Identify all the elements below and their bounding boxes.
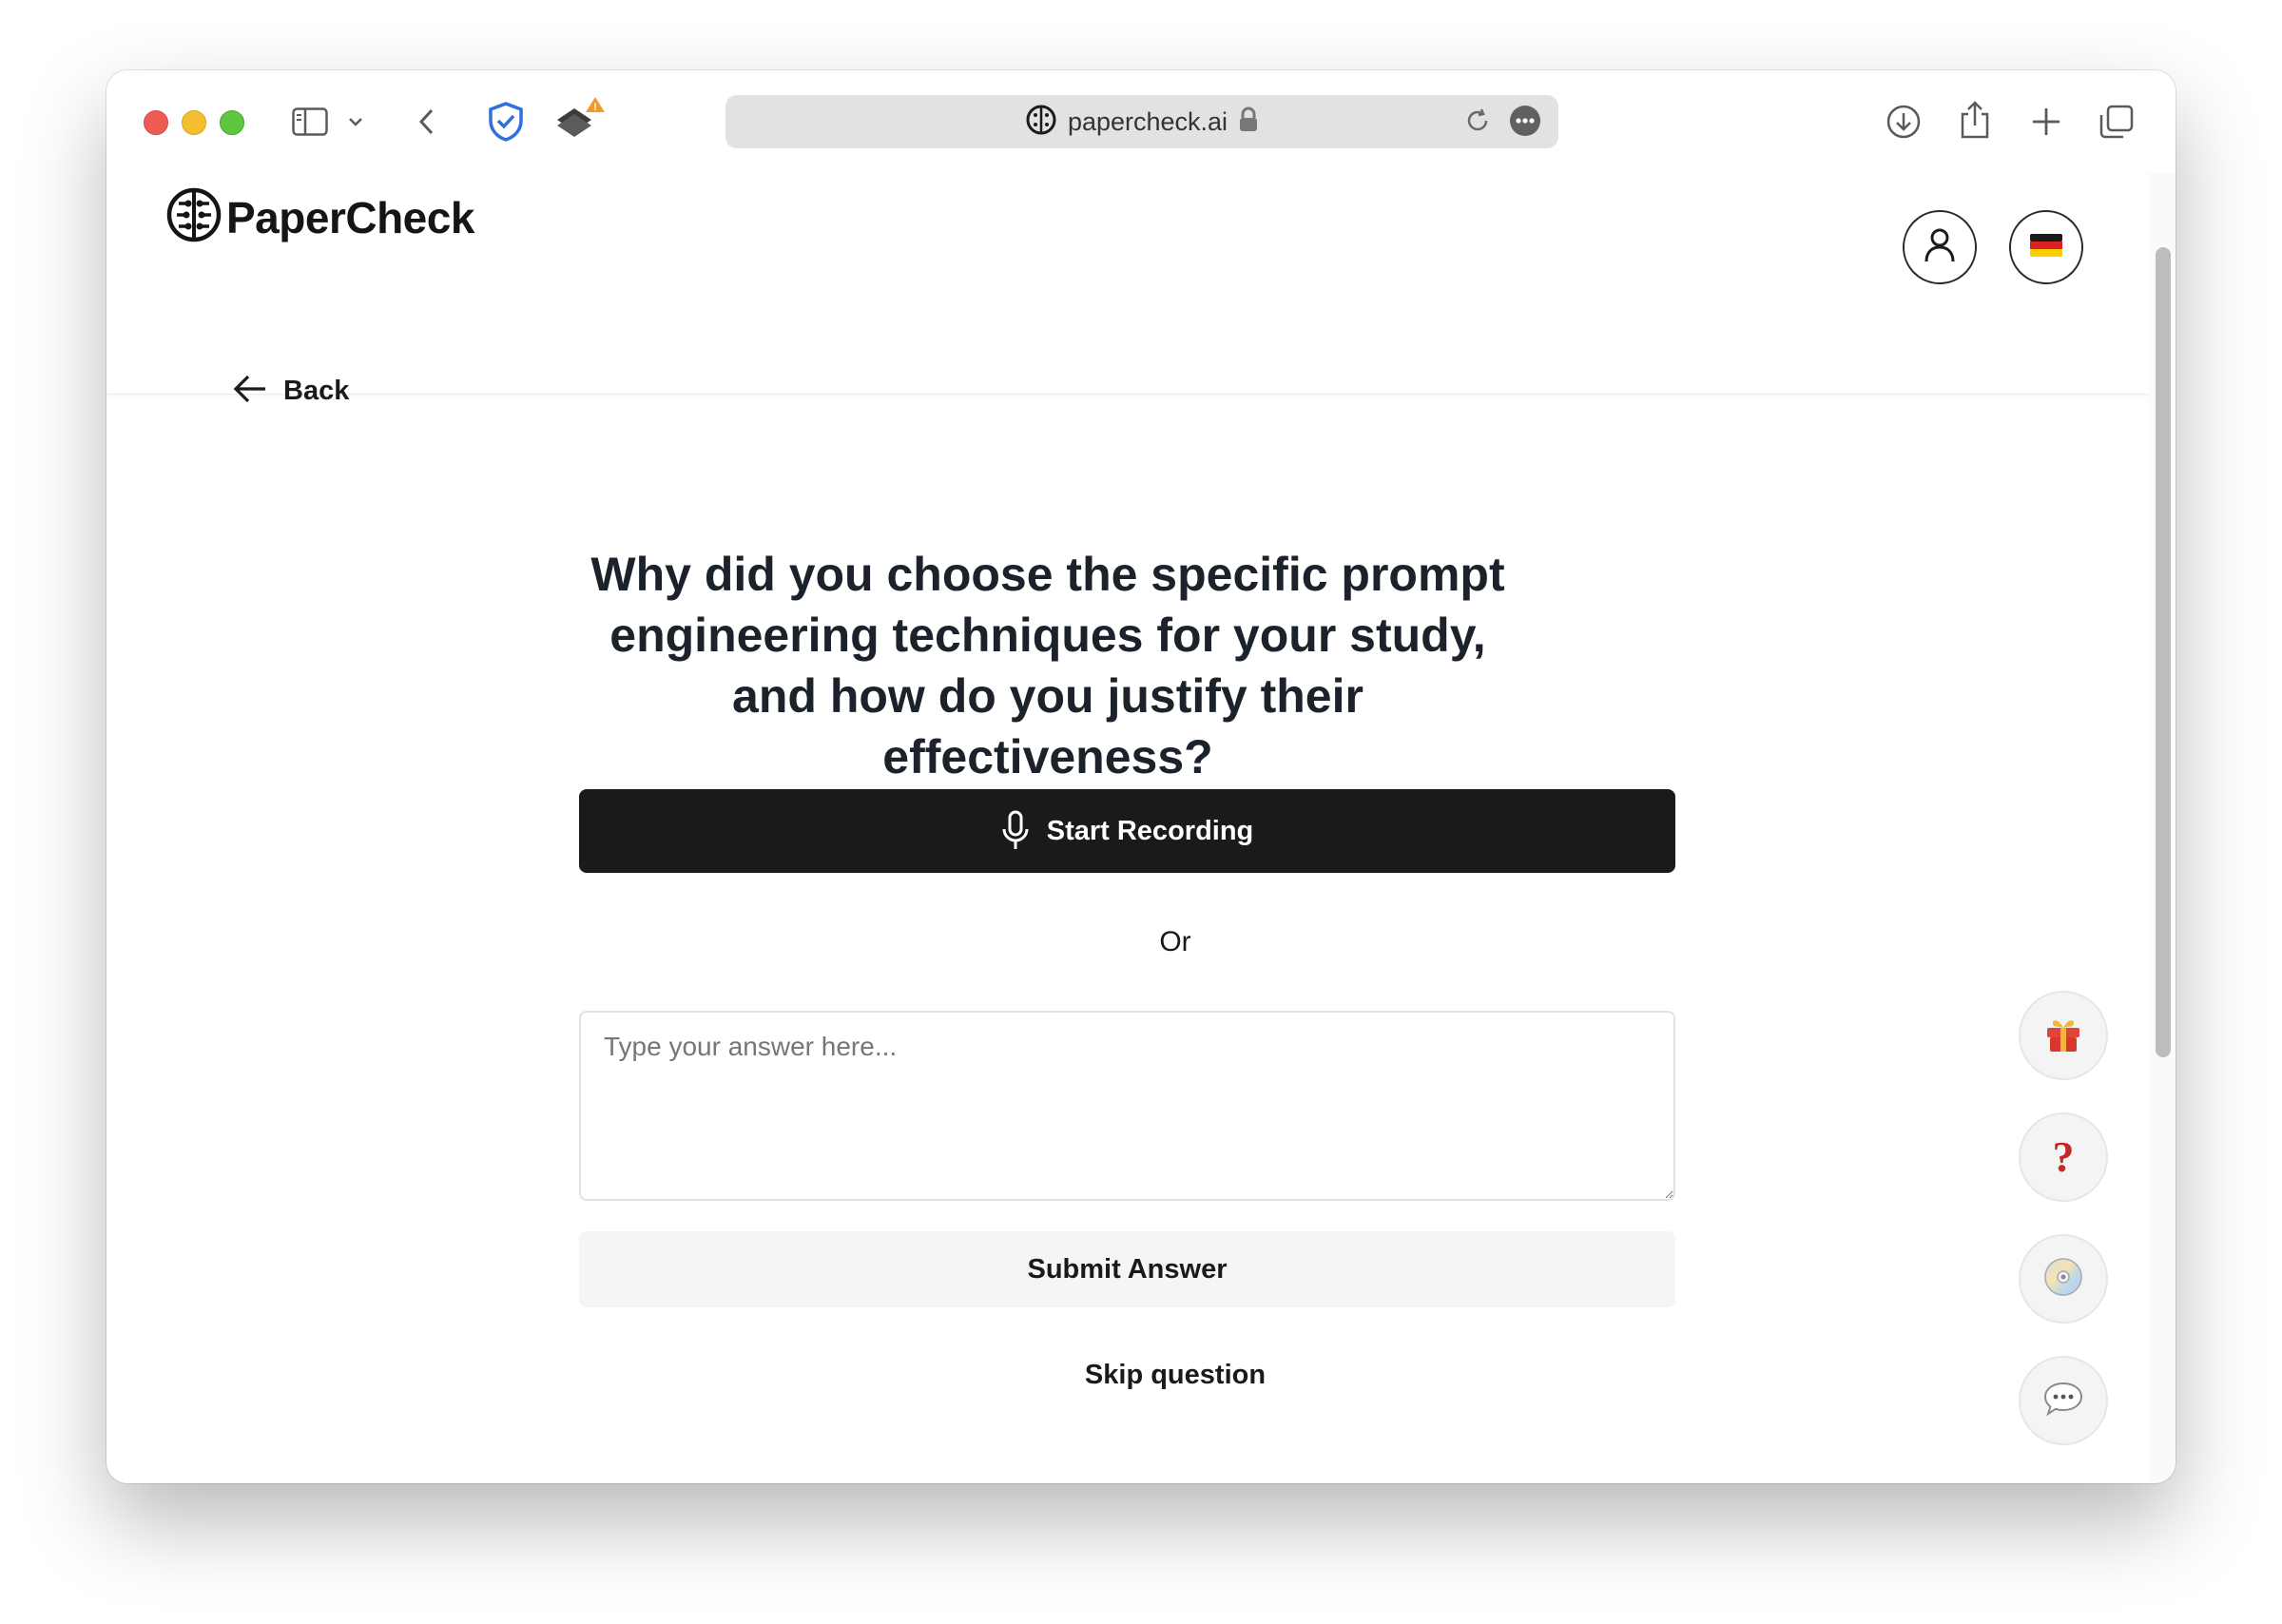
scrollbar-thumb[interactable] xyxy=(2156,247,2171,1057)
papercheck-logo[interactable]: PaperCheck xyxy=(165,186,474,248)
sidebar-toggle-icon[interactable] xyxy=(291,105,329,139)
zoom-window-button[interactable] xyxy=(220,110,244,135)
extension-layers-icon[interactable]: ! xyxy=(553,93,609,148)
user-icon xyxy=(1924,227,1956,268)
back-label: Back xyxy=(283,376,350,406)
brain-logo-icon xyxy=(165,186,222,248)
logo-text: PaperCheck xyxy=(226,192,474,242)
skip-question-link[interactable]: Skip question xyxy=(1033,1360,1318,1391)
disc-button[interactable] xyxy=(2019,1234,2108,1324)
german-flag-icon xyxy=(2030,233,2062,261)
submit-answer-button[interactable]: Submit Answer xyxy=(579,1231,1675,1307)
language-button[interactable] xyxy=(2009,210,2083,284)
chevron-down-icon[interactable] xyxy=(344,110,367,133)
back-arrow-icon[interactable] xyxy=(413,105,441,139)
more-options-icon[interactable] xyxy=(1509,105,1541,142)
download-icon[interactable] xyxy=(1885,103,1923,141)
question-icon: ? xyxy=(2052,1132,2075,1181)
browser-toolbar: ! papercheck.ai xyxy=(106,70,2176,173)
site-favicon-icon xyxy=(1026,105,1056,140)
reload-icon[interactable] xyxy=(1463,106,1492,140)
minimize-window-button[interactable] xyxy=(182,110,206,135)
chat-icon xyxy=(2042,1380,2084,1422)
question-text: Why did you choose the specific prompt e… xyxy=(590,548,1505,783)
or-separator: Or xyxy=(1159,926,1191,957)
arrow-left-icon xyxy=(232,373,268,410)
tab-overview-icon[interactable] xyxy=(2098,103,2136,141)
new-tab-icon[interactable] xyxy=(2027,103,2065,141)
lock-icon xyxy=(1239,106,1258,138)
share-icon[interactable] xyxy=(1956,97,1994,143)
back-link[interactable]: Back xyxy=(232,373,349,410)
start-recording-label: Start Recording xyxy=(1046,815,1254,846)
gift-button[interactable] xyxy=(2019,991,2108,1080)
chat-button[interactable] xyxy=(2019,1356,2108,1445)
url-text: papercheck.ai xyxy=(1067,106,1228,136)
browser-window: ! papercheck.ai PaperCheck Back Why did … xyxy=(106,70,2176,1483)
disc-icon xyxy=(2042,1256,2084,1303)
microphone-icon xyxy=(1001,810,1030,852)
close-window-button[interactable] xyxy=(144,110,168,135)
account-button[interactable] xyxy=(1903,210,1977,284)
shield-icon[interactable] xyxy=(485,101,527,143)
gift-icon xyxy=(2042,1013,2084,1059)
answer-textarea[interactable] xyxy=(579,1011,1675,1201)
start-recording-button[interactable]: Start Recording xyxy=(579,789,1675,873)
address-bar[interactable]: papercheck.ai xyxy=(725,95,1558,148)
help-button[interactable]: ? xyxy=(2019,1112,2108,1202)
svg-text:!: ! xyxy=(593,102,597,113)
